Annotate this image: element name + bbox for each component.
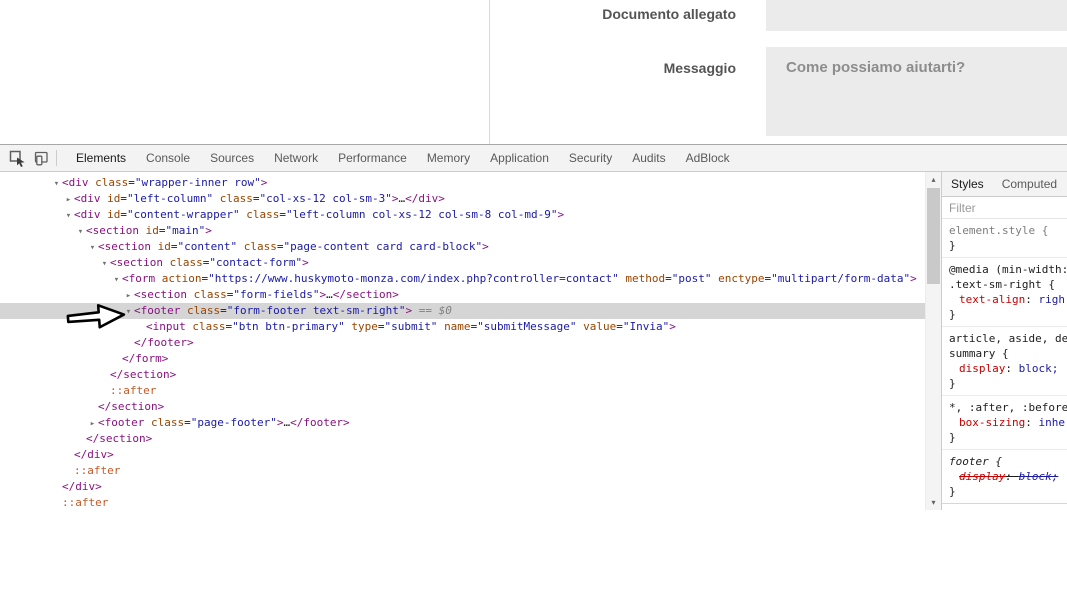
node-section-form-fields[interactable]: ▸<section class="form-fields">…</section… <box>0 287 925 303</box>
css-close-brace: } <box>942 484 1067 499</box>
tab-sources[interactable]: Sources <box>200 145 264 171</box>
expand-arrow-icon[interactable]: ▾ <box>111 272 122 288</box>
expand-arrow-icon[interactable]: ▸ <box>87 416 98 432</box>
css-property[interactable]: display: block; <box>942 469 1067 484</box>
inspect-element-button[interactable] <box>5 146 29 170</box>
css-selector[interactable]: .text-sm-right { <box>942 277 1067 292</box>
messaggio-label: Messaggio <box>476 60 736 76</box>
css-rule-block: @media (min-width:.text-sm-right {text-a… <box>942 258 1067 327</box>
tab-console[interactable]: Console <box>136 145 200 171</box>
css-selector[interactable]: footer { <box>942 454 1067 469</box>
node-footer-form-footer[interactable]: ▾<footer class="form-footer text-sm-righ… <box>0 303 925 319</box>
node-section-main[interactable]: ▾<section id="main"> <box>0 223 925 239</box>
css-selector[interactable]: @media (min-width: <box>942 262 1067 277</box>
css-selector[interactable]: article, aside, det <box>942 331 1067 346</box>
expand-arrow-icon[interactable]: ▸ <box>63 192 74 208</box>
styles-sidebar-tabs: StylesComputed <box>942 172 1067 197</box>
node-close-section[interactable]: </section> <box>0 431 925 447</box>
tab-network[interactable]: Network <box>264 145 328 171</box>
annotation-arrow <box>64 300 130 334</box>
webpage-region: Documento allegato Messaggio Come possia… <box>0 0 1067 144</box>
expand-arrow-icon[interactable]: ▾ <box>87 240 98 256</box>
scrollbar-up-icon[interactable]: ▴ <box>926 172 941 187</box>
css-close-brace: } <box>942 376 1067 391</box>
tab-elements[interactable]: Elements <box>66 145 136 171</box>
node-form-contact[interactable]: ▾<form action="https://www.huskymoto-mon… <box>0 271 925 287</box>
tab-memory[interactable]: Memory <box>417 145 480 171</box>
expand-arrow-icon[interactable]: ▾ <box>63 208 74 224</box>
node-div-left-column[interactable]: ▸<div id="left-column" class="col-xs-12 … <box>0 191 925 207</box>
expand-arrow-icon[interactable]: ▾ <box>99 256 110 272</box>
tab-styles[interactable]: Styles <box>942 172 993 196</box>
inspect-cursor-icon <box>9 150 26 167</box>
element-style-label: element.style { <box>942 223 1067 238</box>
device-toolbar-button[interactable] <box>29 146 53 170</box>
node-close-section[interactable]: </section> <box>0 399 925 415</box>
tab-application[interactable]: Application <box>480 145 559 171</box>
documento-allegato-label: Documento allegato <box>476 6 736 22</box>
node-pseudo-after[interactable]: ::after <box>0 463 925 479</box>
devtools-tabs: ElementsConsoleSourcesNetworkPerformance… <box>66 145 740 171</box>
node-section-contact-form[interactable]: ▾<section class="contact-form"> <box>0 255 925 271</box>
css-rule-block: Inherited from sectio <box>942 503 1067 510</box>
styles-filter-input[interactable]: Filter <box>942 197 1067 219</box>
tab-audits[interactable]: Audits <box>622 145 675 171</box>
scrollbar-thumb[interactable] <box>927 188 940 284</box>
css-close-brace: } <box>942 307 1067 322</box>
node-pseudo-after[interactable]: ::after <box>0 383 925 399</box>
node-input-submit[interactable]: <input class="btn btn-primary" type="sub… <box>0 319 925 335</box>
screen: Documento allegato Messaggio Come possia… <box>0 0 1067 614</box>
styles-sidebar: StylesComputed Filter element.style {}@m… <box>941 172 1067 510</box>
css-property[interactable]: box-sizing: inhe <box>942 415 1067 430</box>
css-rule-block: element.style {} <box>942 219 1067 258</box>
node-close-div[interactable]: </div> <box>0 447 925 463</box>
css-close-brace: } <box>942 238 1067 253</box>
css-rule-block: article, aside, detsummary {display: blo… <box>942 327 1067 396</box>
node-div-content-wrapper[interactable]: ▾<div id="content-wrapper" class="left-c… <box>0 207 925 223</box>
css-rule-block: *, :after, :beforebox-sizing: inhe} <box>942 396 1067 450</box>
file-upload-area[interactable] <box>766 0 1067 31</box>
filter-placeholder: Filter <box>942 197 1067 215</box>
css-rule-block: footer {display: block;} <box>942 450 1067 504</box>
node-pseudo-after[interactable]: ::after <box>0 495 925 510</box>
css-selector[interactable]: *, :after, :before <box>942 400 1067 415</box>
device-toolbar-icon <box>33 150 49 166</box>
expand-arrow-icon[interactable]: ▾ <box>75 224 86 240</box>
node-close-section[interactable]: </section> <box>0 367 925 383</box>
css-property[interactable]: text-align: righ <box>942 292 1067 307</box>
tab-computed[interactable]: Computed <box>993 172 1066 196</box>
devtools-body: ▾<div class="wrapper-inner row">▸<div id… <box>0 172 1067 510</box>
elements-scrollbar[interactable]: ▴ ▾ <box>925 172 941 510</box>
styles-rules: element.style {}@media (min-width:.text-… <box>942 219 1067 510</box>
css-property[interactable]: display: block; <box>942 361 1067 376</box>
tab-security[interactable]: Security <box>559 145 622 171</box>
node-close-footer[interactable]: </footer> <box>0 335 925 351</box>
toolbar-separator <box>56 150 57 166</box>
elements-tree: ▾<div class="wrapper-inner row">▸<div id… <box>0 172 925 510</box>
scrollbar-down-icon[interactable]: ▾ <box>926 495 941 510</box>
message-placeholder: Come possiamo aiutarti? <box>786 59 965 76</box>
expand-arrow-icon[interactable]: ▾ <box>51 176 62 192</box>
node-div-wrapper-inner[interactable]: ▾<div class="wrapper-inner row"> <box>0 175 925 191</box>
node-close-form[interactable]: </form> <box>0 351 925 367</box>
devtools-panel: ElementsConsoleSourcesNetworkPerformance… <box>0 144 1067 510</box>
message-textarea[interactable]: Come possiamo aiutarti? <box>766 47 1067 136</box>
tab-adblock[interactable]: AdBlock <box>676 145 740 171</box>
node-section-content[interactable]: ▾<section id="content" class="page-conte… <box>0 239 925 255</box>
devtools-toolbar: ElementsConsoleSourcesNetworkPerformance… <box>0 145 1067 172</box>
node-footer-page-footer[interactable]: ▸<footer class="page-footer">…</footer> <box>0 415 925 431</box>
node-close-div[interactable]: </div> <box>0 479 925 495</box>
inherited-from-label: Inherited from sectio <box>942 508 1067 510</box>
css-close-brace: } <box>942 430 1067 445</box>
css-selector[interactable]: summary { <box>942 346 1067 361</box>
tab-performance[interactable]: Performance <box>328 145 417 171</box>
